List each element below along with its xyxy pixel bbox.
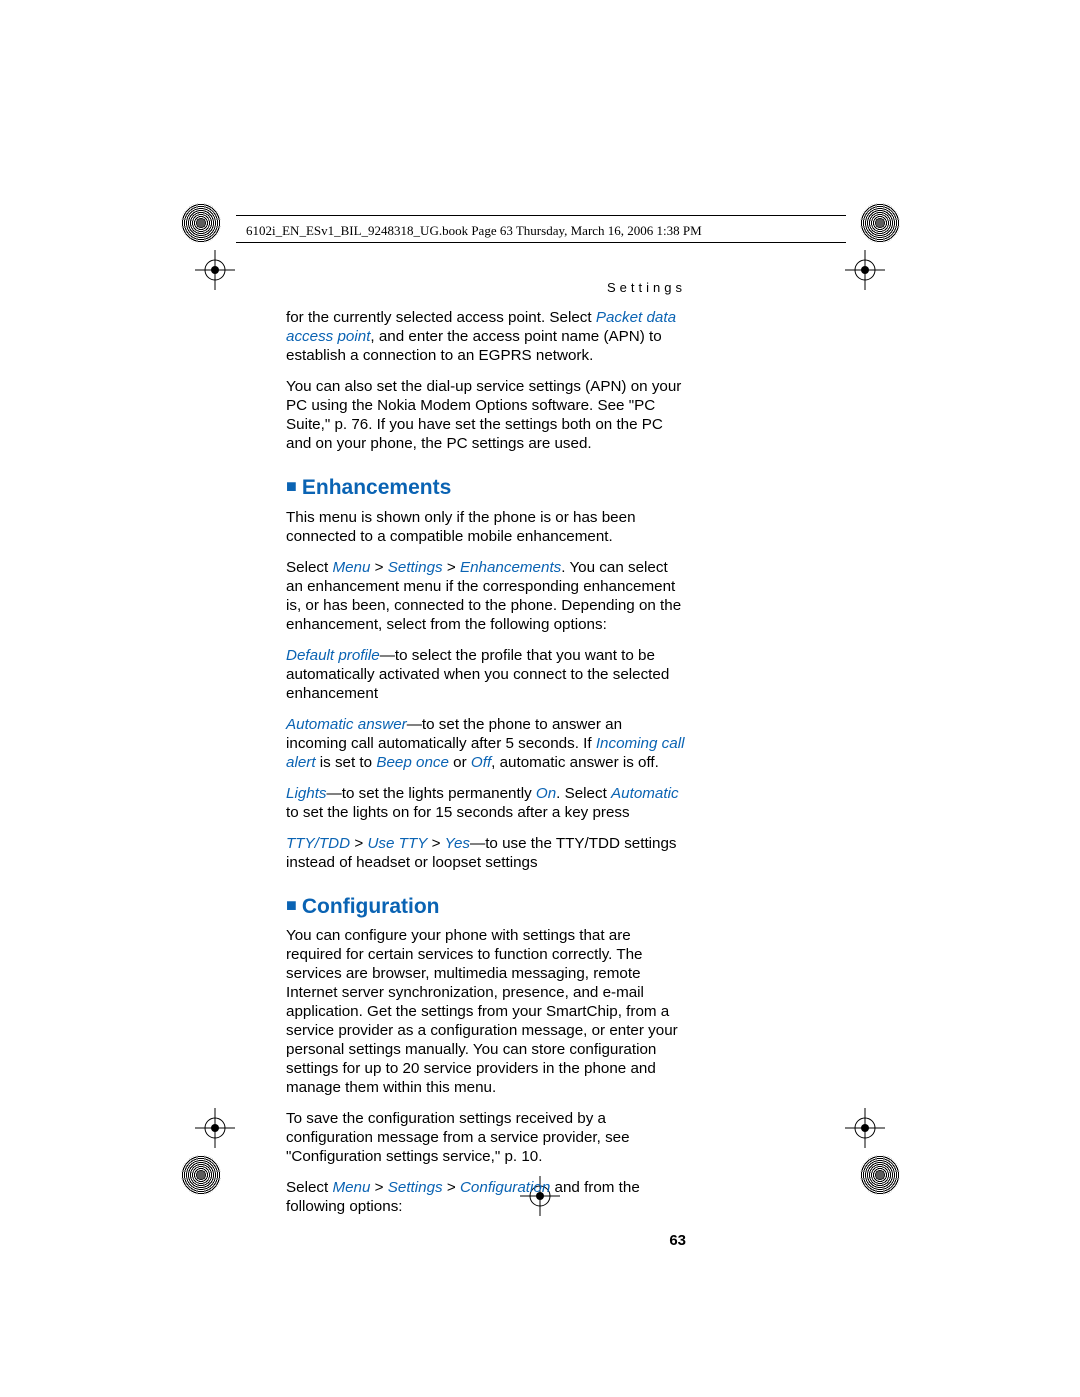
reg-mark-right-bottom (845, 1108, 885, 1148)
paragraph: Select Menu > Settings > Enhancements. Y… (286, 558, 686, 634)
ui-term: Default profile (286, 647, 380, 664)
ui-term: Configuration (460, 1179, 550, 1196)
ui-term: Automatic answer (286, 716, 407, 733)
text: , automatic answer is off. (491, 754, 659, 771)
corner-mark-top-right (860, 203, 900, 243)
paragraph: Lights—to set the lights permanently On.… (286, 784, 686, 822)
ui-term: Use TTY (367, 835, 427, 852)
book-meta-line: 6102i_EN_ESv1_BIL_9248318_UG.book Page 6… (246, 223, 702, 239)
paragraph: Select Menu > Settings > Configuration a… (286, 1178, 686, 1216)
text: . Select (556, 785, 611, 802)
paragraph: You can also set the dial-up service set… (286, 377, 686, 453)
ui-term: Yes (445, 835, 470, 852)
text: > (370, 1179, 387, 1196)
corner-mark-top-left (181, 203, 221, 243)
ui-term: Settings (388, 559, 443, 576)
paragraph: Automatic answer—to set the phone to ans… (286, 715, 686, 772)
ui-term: Beep once (376, 754, 449, 771)
ui-term: TTY/TDD (286, 835, 350, 852)
paragraph: Default profile—to select the profile th… (286, 646, 686, 703)
paragraph: for the currently selected access point.… (286, 308, 686, 365)
ui-term: Off (471, 754, 491, 771)
meta-rule-top (236, 215, 846, 216)
text: is set to (316, 754, 377, 771)
content-column: Settings for the currently selected acce… (286, 280, 686, 1251)
ui-term: Automatic (611, 785, 679, 802)
paragraph: You can configure your phone with settin… (286, 926, 686, 1097)
text: > (350, 835, 367, 852)
ui-term: Enhancements (460, 559, 561, 576)
meta-rule-bottom (236, 242, 846, 243)
ui-term: On (536, 785, 556, 802)
ui-term: Menu (332, 1179, 370, 1196)
text: Select (286, 1179, 332, 1196)
paragraph: TTY/TDD > Use TTY > Yes—to use the TTY/T… (286, 834, 686, 872)
reg-mark-left-top (195, 250, 235, 290)
corner-mark-bottom-left (181, 1155, 221, 1195)
text: > (443, 1179, 460, 1196)
corner-mark-bottom-right (860, 1155, 900, 1195)
text: or (449, 754, 471, 771)
ui-term: Lights (286, 785, 327, 802)
page: 6102i_EN_ESv1_BIL_9248318_UG.book Page 6… (0, 0, 1080, 1397)
running-head: Settings (286, 280, 686, 296)
text: > (443, 559, 460, 576)
text: Select (286, 559, 332, 576)
ui-term: Menu (332, 559, 370, 576)
reg-mark-right-top (845, 250, 885, 290)
section-heading-enhancements: Enhancements (286, 475, 686, 501)
page-number: 63 (286, 1232, 686, 1251)
paragraph: To save the configuration settings recei… (286, 1109, 686, 1166)
section-heading-configuration: Configuration (286, 894, 686, 920)
paragraph: This menu is shown only if the phone is … (286, 508, 686, 546)
text: for the currently selected access point.… (286, 309, 596, 326)
text: —to set the lights permanently (327, 785, 536, 802)
text: to set the lights on for 15 seconds afte… (286, 804, 630, 821)
reg-mark-left-bottom (195, 1108, 235, 1148)
text: > (427, 835, 444, 852)
ui-term: Settings (388, 1179, 443, 1196)
text: > (370, 559, 387, 576)
